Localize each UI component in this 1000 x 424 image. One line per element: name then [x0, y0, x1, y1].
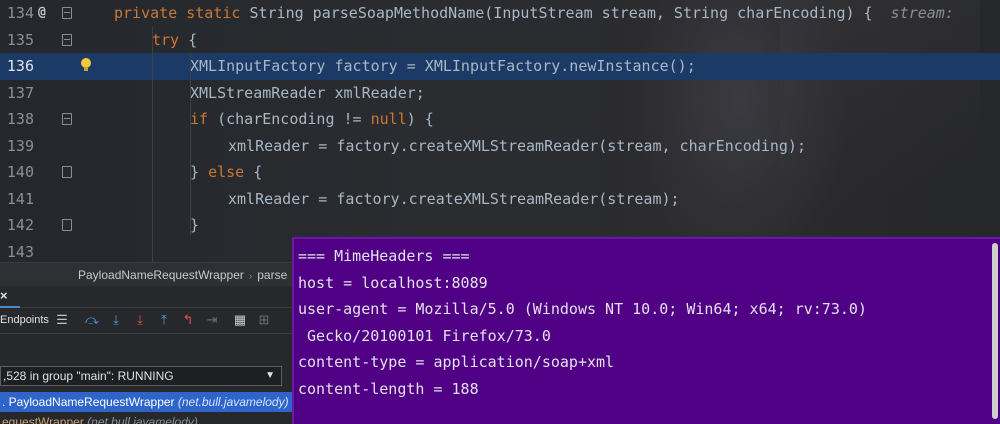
tooltip-line: content-type = application/soap+xml: [298, 353, 615, 371]
frame-package: (net.bull.javamelody): [177, 395, 289, 409]
value-tooltip: === MimeHeaders === host = localhost:8089…: [292, 237, 1000, 424]
drop-frame-icon[interactable]: ↰: [180, 312, 196, 328]
code-text[interactable]: }: [190, 212, 199, 239]
code-token: XMLInputFactory factory = XMLInputFactor…: [190, 57, 696, 75]
code-token: String parseSoapMethodName(InputStream s…: [249, 4, 891, 22]
fold-marker-icon[interactable]: [62, 166, 72, 178]
fold-marker-icon[interactable]: [62, 113, 72, 125]
fold-marker-icon[interactable]: [62, 7, 72, 19]
line-number[interactable]: 138: [0, 106, 34, 133]
code-line[interactable]: 135 try {: [0, 27, 1000, 54]
code-text[interactable]: if (charEncoding != null) {: [190, 106, 434, 133]
line-number[interactable]: 139: [0, 133, 34, 160]
code-token: XMLStreamReader xmlReader;: [190, 83, 425, 102]
keyword-token: null: [370, 110, 407, 128]
code-token: xmlReader = factory.createXMLStreamReade…: [228, 189, 680, 208]
code-line[interactable]: 142}: [0, 212, 1000, 239]
line-number[interactable]: 143: [0, 239, 34, 263]
tooltip-line: user-agent = Mozilla/5.0 (Windows NT 10.…: [298, 300, 867, 318]
keyword-token: private static: [114, 4, 250, 22]
code-token: {: [253, 163, 263, 181]
keyword-token: else: [208, 163, 254, 181]
evaluate-icon[interactable]: ▦: [232, 312, 248, 328]
force-step-into-icon[interactable]: ⤓: [132, 312, 148, 328]
thread-dropdown[interactable]: ,528 in group "main": RUNNING ▼: [0, 366, 282, 386]
close-icon[interactable]: ×: [0, 288, 8, 303]
fold-marker-icon[interactable]: [62, 33, 72, 46]
list-icon[interactable]: ☰: [54, 312, 70, 328]
tooltip-line: Gecko/20100101 Firefox/73.0: [298, 326, 551, 345]
stack-frame-selected[interactable]: . PayloadNameRequestWrapper (net.bull.ja…: [0, 392, 292, 412]
breadcrumb-separator-icon: ›: [248, 271, 253, 282]
indent-guide: [190, 132, 191, 185]
code-text[interactable]: } else {: [190, 159, 262, 186]
code-line[interactable]: 140} else {: [0, 159, 1000, 186]
code-line[interactable]: 141 xmlReader = factory.createXMLStreamRe…: [0, 186, 1000, 213]
line-number[interactable]: 136: [0, 53, 34, 80]
code-text[interactable]: XMLStreamReader xmlReader;: [190, 80, 425, 107]
line-number[interactable]: 141: [0, 186, 34, 213]
code-line[interactable]: 136 XMLInputFactory factory = XMLInputFac…: [0, 53, 1000, 80]
stack-frame[interactable]: equestWrapper (net.bull.javamelody): [0, 412, 292, 424]
keyword-token: try: [152, 30, 189, 49]
trace-icon[interactable]: ⊞: [256, 312, 272, 328]
debug-panel: × Endpoints ☰ ⤼ ⤓ ⤓ ⤒ ↰ ⇥ ▦ ⊞ ,528 in gr…: [0, 286, 300, 424]
code-line[interactable]: 134 @ private static String parseSoapMetho…: [0, 0, 1000, 27]
line-number[interactable]: 142: [0, 212, 34, 239]
code-line[interactable]: 137 XMLStreamReader xmlReader;: [0, 80, 1000, 107]
breadcrumb[interactable]: PayloadNameRequestWrapper › parse: [0, 262, 300, 286]
code-token: (charEncoding !=: [217, 110, 371, 128]
line-number[interactable]: 140: [0, 159, 34, 186]
line-number[interactable]: 134: [0, 0, 34, 27]
code-token: xmlReader = factory.createXMLStreamReade…: [228, 136, 806, 155]
code-token: }: [190, 216, 200, 234]
bulb-icon[interactable]: [80, 57, 92, 73]
frame-name: . PayloadNameRequestWrapper: [2, 395, 178, 409]
inline-hint: stream:: [890, 4, 954, 22]
fold-marker-icon[interactable]: [62, 219, 72, 231]
code-editor[interactable]: 134 @ private static String parseSoapMetho…: [0, 0, 1000, 262]
tooltip-scrollbar[interactable]: [992, 243, 998, 419]
code-text[interactable]: try {: [152, 27, 197, 54]
keyword-token: if: [190, 110, 218, 128]
line-number[interactable]: 135: [0, 27, 34, 54]
breadcrumb-method[interactable]: parse: [257, 268, 287, 282]
tooltip-line: host = localhost:8089: [298, 273, 488, 292]
code-token: {: [188, 30, 198, 49]
line-number[interactable]: 137: [0, 80, 34, 107]
code-token: }: [190, 163, 209, 181]
code-text[interactable]: private static String parseSoapMethodNam…: [114, 0, 954, 27]
code-text[interactable]: XMLInputFactory factory = XMLInputFactor…: [190, 53, 696, 80]
step-over-icon[interactable]: ⤼: [84, 312, 100, 328]
thread-label: ,528 in group "main": RUNNING: [3, 369, 174, 383]
tooltip-line: === MimeHeaders ===: [298, 247, 470, 265]
step-out-icon[interactable]: ⤒: [156, 312, 172, 328]
code-line[interactable]: 138 if (charEncoding != null) {: [0, 106, 1000, 133]
chevron-down-icon: ▼: [265, 370, 275, 381]
breadcrumb-class[interactable]: PayloadNameRequestWrapper: [78, 268, 244, 282]
frame-name: equestWrapper: [2, 415, 88, 424]
endpoints-tab[interactable]: Endpoints: [0, 314, 49, 326]
code-line[interactable]: 139 xmlReader = factory.createXMLStreamRe…: [0, 133, 1000, 160]
debug-tab-bar: ×: [0, 286, 300, 308]
step-into-icon[interactable]: ⤓: [108, 312, 124, 328]
indent-guide: [152, 26, 153, 262]
run-to-cursor-icon[interactable]: ⇥: [204, 312, 220, 328]
code-token: ) {: [406, 110, 434, 128]
code-text[interactable]: xmlReader = factory.createXMLStreamReade…: [228, 133, 806, 160]
code-text[interactable]: xmlReader = factory.createXMLStreamReade…: [228, 186, 680, 213]
tooltip-line: content-length = 188: [298, 379, 479, 398]
override-at-icon[interactable]: @: [38, 0, 46, 27]
frame-package: (net.bull.javamelody): [87, 415, 198, 424]
debug-toolbar: Endpoints ☰ ⤼ ⤓ ⤓ ⤒ ↰ ⇥ ▦ ⊞: [0, 308, 300, 334]
